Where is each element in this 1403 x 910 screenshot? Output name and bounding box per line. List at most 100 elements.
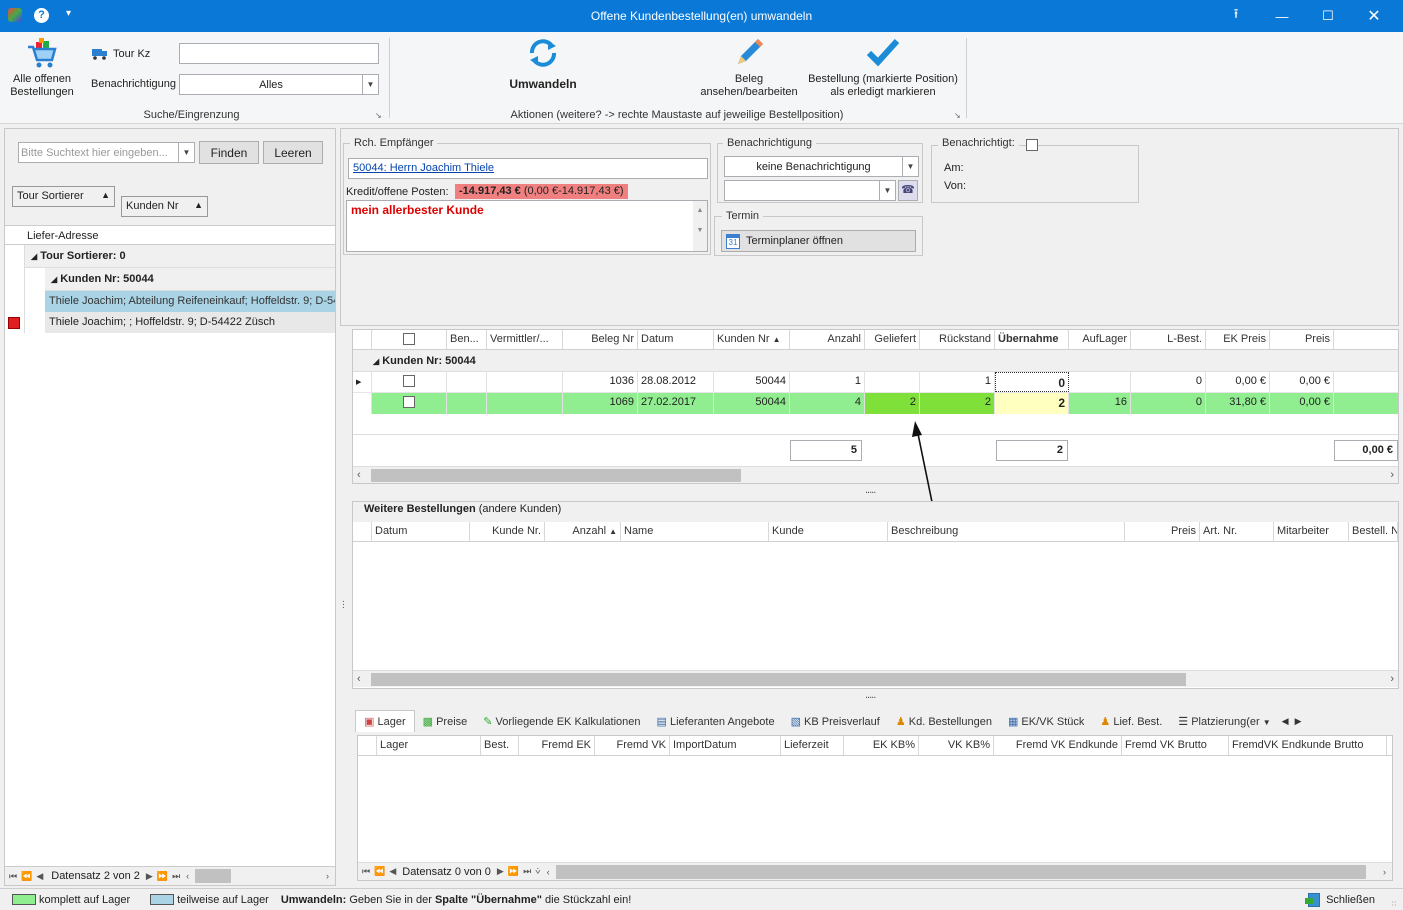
dialog-launcher-icon[interactable]: ↘	[954, 111, 961, 120]
nav-prev-page-icon[interactable]: ⏪	[374, 866, 385, 877]
chevron-down-icon[interactable]: ▼	[879, 181, 895, 200]
collapse-icon[interactable]: ◢	[31, 252, 37, 261]
scroll-left-icon[interactable]: ‹	[357, 673, 361, 685]
cell-ek-preis[interactable]: 0,00 €	[1206, 372, 1270, 392]
select-all-checkbox[interactable]	[403, 333, 415, 345]
notify-contact-select[interactable]: ▼	[724, 180, 896, 201]
tour-kz-input[interactable]	[179, 43, 379, 64]
column-header-ben[interactable]: Ben...	[447, 330, 487, 349]
orders-hscrollbar[interactable]: ‹ ›	[353, 466, 1398, 483]
chevron-down-icon[interactable]: ▼	[178, 143, 194, 162]
notify-type-select[interactable]: keine Benachrichtigung ▼	[724, 156, 919, 177]
tab-kb-preisverlauf[interactable]: ▧ KB Preisverlauf	[783, 711, 888, 732]
column-header-preis[interactable]: Preis	[1125, 522, 1200, 541]
sort-chip-tour[interactable]: Tour Sortierer ▲	[12, 186, 115, 207]
cell-uebernahme[interactable]: 0	[995, 372, 1069, 392]
cell-kunden-nr[interactable]: 50044	[714, 372, 790, 392]
tab-scroll-right-icon[interactable]: ▶	[1292, 712, 1305, 731]
column-header-art-nr[interactable]: Art. Nr.	[1200, 522, 1274, 541]
tab-lager[interactable]: ▣ Lager	[355, 710, 415, 732]
column-header-beschreibung[interactable]: Beschreibung	[888, 522, 1125, 541]
row-checkbox[interactable]	[403, 396, 415, 408]
scroll-right-icon[interactable]: ›	[1390, 469, 1394, 481]
nav-next-icon[interactable]: ▶	[497, 866, 504, 877]
tab-lieferanten-angebote[interactable]: ▤ Lieferanten Angebote	[649, 711, 783, 732]
orders-group-row[interactable]: ◢ Kunden Nr: 50044	[353, 350, 1398, 372]
scroll-left-icon[interactable]: ‹	[357, 469, 361, 481]
scroll-right-icon[interactable]: ›	[1390, 673, 1394, 685]
column-header-geliefert[interactable]: Geliefert	[865, 330, 920, 349]
maximize-icon[interactable]: ☐	[1305, 0, 1351, 32]
dialog-launcher-icon[interactable]: ↘	[375, 111, 382, 120]
convert-button[interactable]: Umwandeln	[498, 38, 588, 94]
cell-l-best[interactable]: 0	[1131, 393, 1206, 414]
cell-kunden-nr[interactable]: 50044	[714, 393, 790, 414]
nav-prev-icon[interactable]: ◀	[36, 871, 43, 882]
address-row[interactable]: Thiele Joachim; Abteilung Reifeneinkauf;…	[45, 291, 335, 312]
group-row-tour[interactable]: ◢ Tour Sortierer: 0	[25, 245, 335, 268]
collapse-icon[interactable]: ◢	[51, 275, 57, 284]
column-header-importdatum[interactable]: ImportDatum	[670, 736, 781, 755]
cell-ek-preis[interactable]: 31,80 €	[1206, 393, 1270, 414]
cell-vermittler[interactable]	[487, 393, 563, 414]
notify-filter-select[interactable]: Alles ▼	[179, 74, 379, 95]
find-button[interactable]: Finden	[199, 141, 259, 164]
edit-document-button[interactable]: Beleg ansehen/bearbeiten	[694, 36, 804, 99]
nav-prev-icon[interactable]: ◀	[389, 866, 396, 877]
minimize-icon[interactable]: —	[1259, 0, 1305, 32]
cell-beleg-nr[interactable]: 1069	[563, 393, 638, 414]
tab-preise[interactable]: ▩ Preise	[415, 711, 476, 732]
nav-first-icon[interactable]: ⏮	[9, 871, 17, 882]
column-header-best[interactable]: Best.	[481, 736, 519, 755]
tab-platzierung[interactable]: ☰ Platzierung(er ▼	[1170, 711, 1278, 732]
column-header-ek-preis[interactable]: EK Preis	[1206, 330, 1270, 349]
order-row[interactable]: ▶ 1036 28.08.2012 50044 1 1 0 0 0,00 € 0…	[353, 372, 1398, 393]
chevron-down-icon[interactable]: ▼	[1263, 718, 1271, 727]
scroll-right-icon[interactable]: ›	[1383, 867, 1386, 877]
cell-geliefert[interactable]: 2	[865, 393, 920, 414]
cell-ben[interactable]	[447, 393, 487, 414]
horizontal-scrollbar-thumb[interactable]	[555, 864, 1366, 879]
resize-grip-icon[interactable]: ∷	[1392, 900, 1396, 908]
cell-datum[interactable]: 27.02.2017	[638, 393, 714, 414]
horizontal-splitter-icon[interactable]: .....	[865, 484, 876, 496]
chevron-down-icon[interactable]: ▼	[362, 75, 378, 94]
sort-chip-customer[interactable]: Kunden Nr ▲	[121, 196, 208, 217]
column-header-preis[interactable]: Preis	[1270, 330, 1334, 349]
column-header-select[interactable]	[372, 330, 447, 349]
cell-beleg-nr[interactable]: 1036	[563, 372, 638, 392]
cell-datum[interactable]: 28.08.2012	[638, 372, 714, 392]
column-header-kunde-nr[interactable]: Kunde Nr.	[470, 522, 545, 541]
column-header-l-best[interactable]: L-Best.	[1131, 330, 1206, 349]
column-header-lieferzeit[interactable]: Lieferzeit	[781, 736, 844, 755]
horizontal-scrollbar-thumb[interactable]	[195, 869, 232, 883]
column-header-anzahl[interactable]: Anzahl ▲	[545, 522, 621, 541]
column-header-datum[interactable]: Datum	[372, 522, 470, 541]
all-orders-button[interactable]: Alle offenen Bestellungen	[4, 36, 80, 102]
search-input[interactable]: Bitte Suchtext hier eingeben... ▼	[18, 142, 195, 163]
tab-kd-bestellungen[interactable]: ♟ Kd. Bestellungen	[888, 711, 1000, 732]
nav-last-icon[interactable]: ⏭	[523, 866, 531, 877]
column-header-anzahl[interactable]: Anzahl	[790, 330, 865, 349]
column-header-rueckstand[interactable]: Rückstand	[920, 330, 995, 349]
row-checkbox[interactable]	[403, 375, 415, 387]
recipient-link[interactable]: 50044: Herrn Joachim Thiele	[348, 158, 708, 179]
nav-prev-page-icon[interactable]: ⏪	[21, 871, 32, 882]
group-row-customer[interactable]: ◢ Kunden Nr: 50044	[45, 268, 335, 291]
nav-next-page-icon[interactable]: ⏩	[508, 866, 519, 877]
column-header-vermittler[interactable]: Vermittler/...	[487, 330, 563, 349]
scroll-left-icon[interactable]: ‹	[547, 867, 550, 877]
scrollbar-thumb[interactable]	[371, 469, 741, 482]
restore-layout-icon[interactable]: ⭱	[1213, 0, 1259, 32]
filter-icon[interactable]: ⩒	[535, 866, 540, 877]
nav-last-icon[interactable]: ⏭	[172, 871, 180, 882]
cell-preis[interactable]: 0,00 €	[1270, 393, 1334, 414]
column-header-fremd-vk[interactable]: Fremd VK	[595, 736, 670, 755]
nav-next-icon[interactable]: ▶	[146, 871, 153, 882]
column-header-fremd-vk-endkunde[interactable]: Fremd VK Endkunde	[994, 736, 1122, 755]
column-header-fremd-vk-brutto[interactable]: Fremd VK Brutto	[1122, 736, 1229, 755]
cell-auflager[interactable]	[1069, 372, 1131, 392]
memo-textarea[interactable]: mein allerbester Kunde ▲ ▼	[346, 200, 708, 252]
column-header-beleg-nr[interactable]: Beleg Nr	[563, 330, 638, 349]
scroll-right-icon[interactable]: ›	[326, 871, 329, 881]
